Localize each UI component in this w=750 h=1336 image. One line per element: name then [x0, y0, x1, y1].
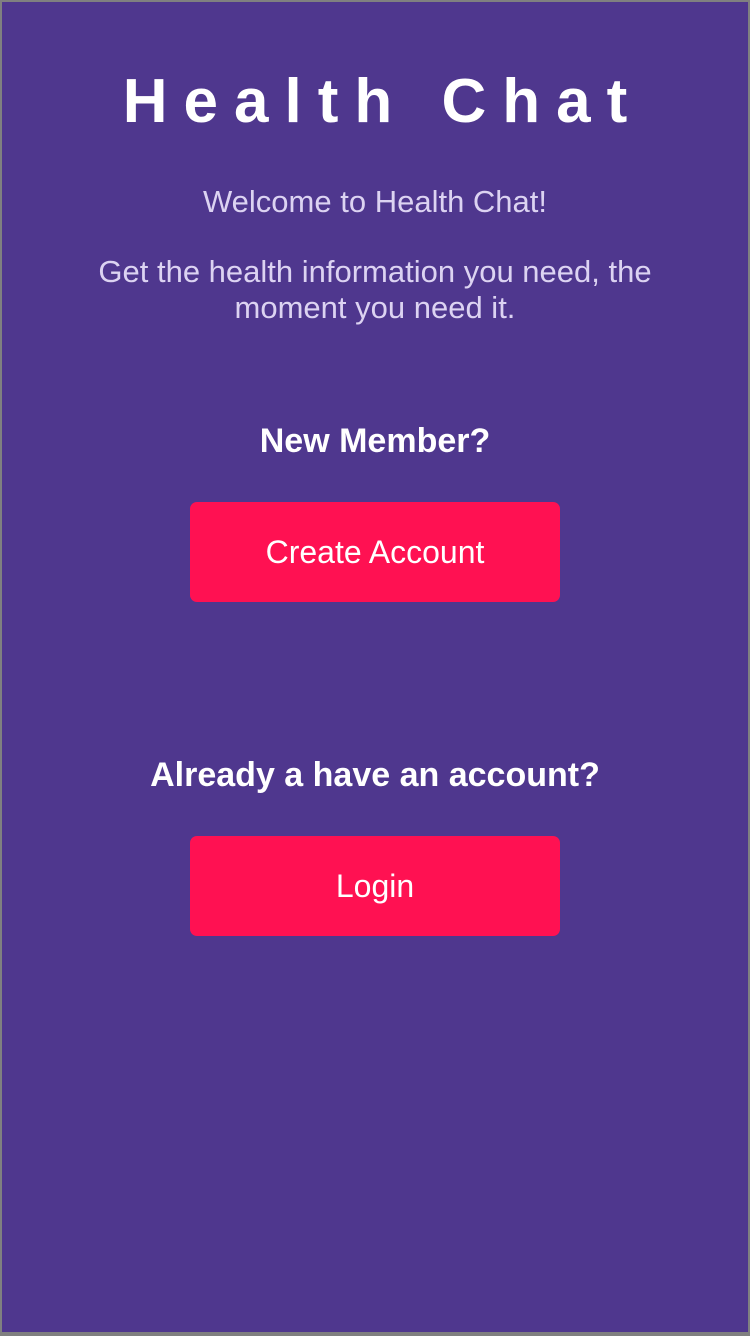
login-button[interactable]: Login	[190, 836, 560, 936]
welcome-screen: Health Chat Welcome to Health Chat! Get …	[2, 2, 748, 1332]
create-account-button[interactable]: Create Account	[190, 502, 560, 602]
tagline: Get the health information you need, the…	[98, 254, 652, 325]
app-title: Health Chat	[122, 67, 644, 136]
new-member-prompt: New Member?	[259, 422, 491, 460]
welcome-message: Welcome to Health Chat!	[202, 184, 548, 219]
existing-account-prompt: Already a have an account?	[150, 756, 600, 794]
